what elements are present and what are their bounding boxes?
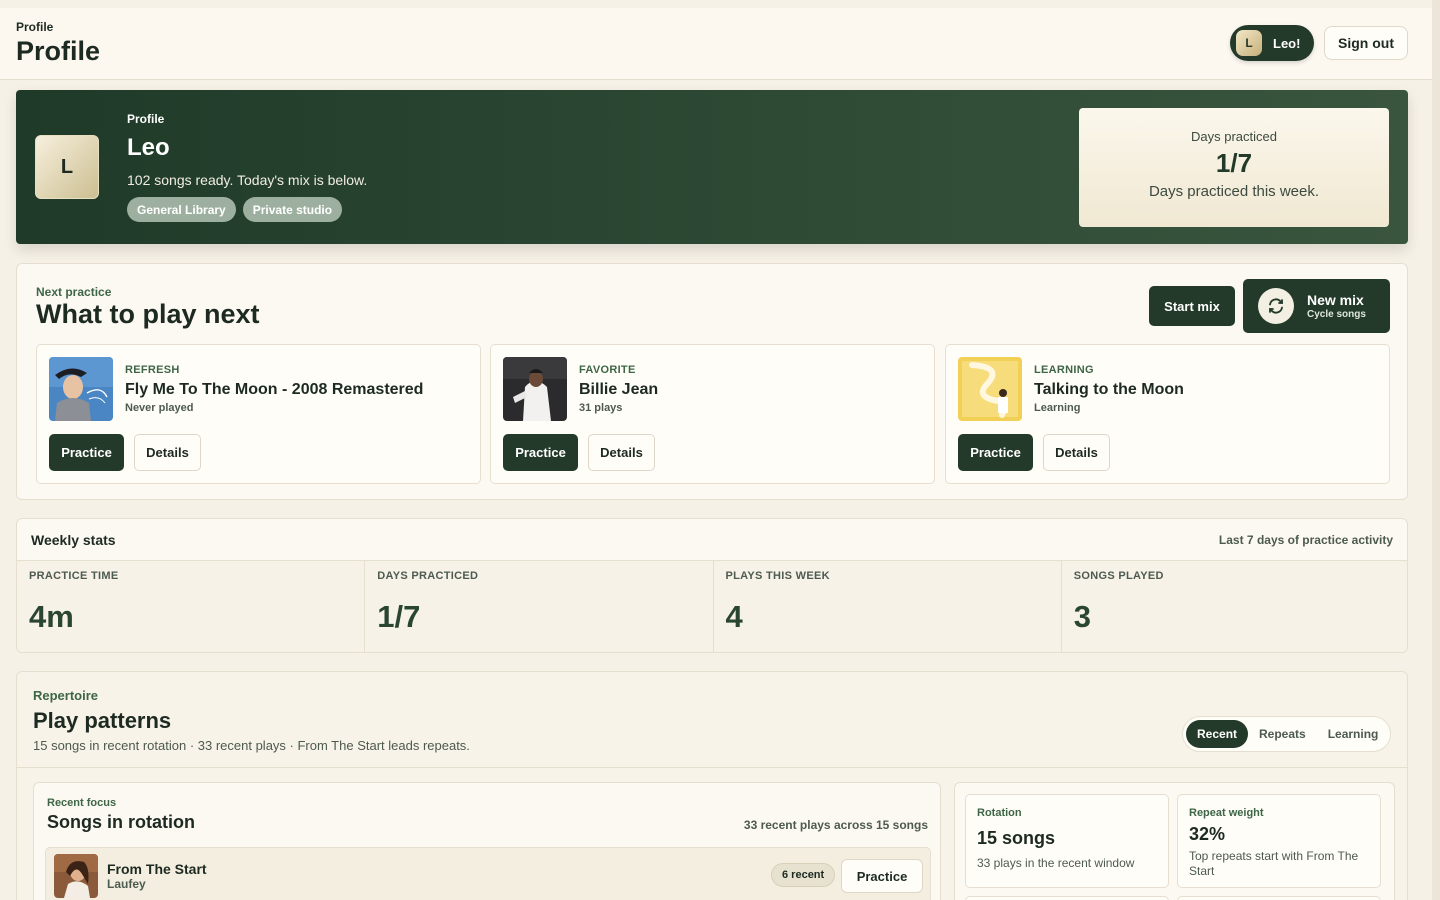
stat-value: 4 xyxy=(725,599,743,634)
repeat-weight-card: Repeat weight 32% Top repeats start with… xyxy=(1177,794,1381,888)
refresh-icon xyxy=(1258,288,1294,324)
new-mix-sublabel: Cycle songs xyxy=(1307,309,1366,320)
chip-general-library[interactable]: General Library xyxy=(127,197,236,222)
tab-recent[interactable]: Recent xyxy=(1186,720,1249,748)
rotation-kicker: Recent focus xyxy=(47,797,117,809)
summary-label: Rotation xyxy=(977,807,1022,819)
summary-label: Repeat weight xyxy=(1189,807,1264,819)
rotation-summary-card: Rotation 15 songs 33 plays in the recent… xyxy=(965,794,1169,888)
user-avatar: L xyxy=(1236,30,1262,56)
page-title: Profile xyxy=(16,36,101,66)
next-practice-title: What to play next xyxy=(36,299,260,329)
stat-days-practiced: DAYS PRACTICED 1/7 xyxy=(365,561,714,652)
breadcrumb[interactable]: Profile xyxy=(16,20,53,34)
next-practice-section: Next practice What to play next Start mi… xyxy=(16,263,1408,500)
profile-hero: L Profile Leo 102 songs ready. Today's m… xyxy=(16,90,1408,244)
divider xyxy=(17,767,1407,768)
new-mix-label: New mix xyxy=(1307,292,1364,308)
list-item: From The Start Laufey 6 recent Practice xyxy=(45,847,931,900)
details-button[interactable]: Details xyxy=(588,434,655,471)
days-practiced-value: 1/7 xyxy=(1215,148,1253,178)
recent-count-badge: 6 recent xyxy=(771,863,836,887)
pattern-tabs: Recent Repeats Learning xyxy=(1182,716,1391,752)
practice-button[interactable]: Practice xyxy=(958,434,1033,471)
repertoire-subtitle: 15 songs in recent rotation · 33 recent … xyxy=(33,738,470,753)
stats-row: PRACTICE TIME 4m DAYS PRACTICED 1/7 PLAY… xyxy=(17,560,1407,652)
days-practiced-label: Days practiced xyxy=(1191,129,1277,144)
start-mix-button[interactable]: Start mix xyxy=(1149,286,1235,326)
song-tag: REFRESH xyxy=(125,364,180,376)
album-art xyxy=(958,357,1022,421)
days-practiced-caption: Days practiced this week. xyxy=(1148,183,1320,200)
stat-plays-this-week: PLAYS THIS WEEK 4 xyxy=(713,561,1062,652)
stat-label: PLAYS THIS WEEK xyxy=(725,570,830,582)
repertoire-section: Repertoire Play patterns 15 songs in rec… xyxy=(16,671,1408,900)
song-meta: Learning xyxy=(1034,402,1081,414)
stat-label: SONGS PLAYED xyxy=(1073,570,1164,582)
album-art xyxy=(503,357,567,421)
rotation-panel: Recent focus Songs in rotation 33 recent… xyxy=(33,782,941,900)
practice-button[interactable]: Practice xyxy=(503,434,578,471)
song-card: LEARNING Talking to the Moon Learning Pr… xyxy=(945,344,1390,484)
summary-caption: Top repeats start with From The Start xyxy=(1189,849,1359,878)
album-art xyxy=(54,854,98,898)
song-tag: LEARNING xyxy=(1034,364,1094,376)
practice-button[interactable]: Practice xyxy=(841,859,923,893)
summary-card-partial xyxy=(1177,896,1381,900)
days-practiced-card: Days practiced 1/7 Days practiced this w… xyxy=(1079,108,1389,227)
stat-label: DAYS PRACTICED xyxy=(377,570,479,582)
details-button[interactable]: Details xyxy=(1043,434,1110,471)
rotation-note: 33 recent plays across 15 songs xyxy=(743,818,928,832)
repertoire-title: Play patterns xyxy=(33,708,172,733)
tab-repeats[interactable]: Repeats xyxy=(1248,720,1317,748)
song-meta: 31 plays xyxy=(579,402,623,414)
details-button[interactable]: Details xyxy=(134,434,201,471)
summary-value: 32% xyxy=(1189,824,1226,844)
pattern-summary-panel: Rotation 15 songs 33 plays in the recent… xyxy=(954,782,1395,900)
profile-name: Leo xyxy=(127,134,170,161)
stat-value: 1/7 xyxy=(377,599,421,634)
album-art xyxy=(49,357,113,421)
hero-kicker: Profile xyxy=(127,112,165,126)
profile-subtitle: 102 songs ready. Today's mix is below. xyxy=(127,172,368,188)
profile-page: Profile Profile L Leo! Sign out L Profil… xyxy=(0,0,1432,900)
stat-value: 3 xyxy=(1073,599,1091,634)
chip-private-studio[interactable]: Private studio xyxy=(242,197,343,222)
weekly-stats-note: Last 7 days of practice activity xyxy=(1218,533,1393,547)
stat-practice-time: PRACTICE TIME 4m xyxy=(17,561,366,652)
tab-learning[interactable]: Learning xyxy=(1317,720,1390,748)
weekly-stats-title: Weekly stats xyxy=(31,532,116,548)
song-title[interactable]: Fly Me To The Moon - 2008 Remastered xyxy=(125,381,423,399)
song-title[interactable]: Billie Jean xyxy=(579,381,658,399)
song-title[interactable]: From The Start xyxy=(107,861,207,877)
next-practice-kicker: Next practice xyxy=(36,285,112,299)
summary-caption: 33 plays in the recent window xyxy=(977,856,1135,870)
stat-value: 4m xyxy=(29,599,74,634)
song-meta: Never played xyxy=(125,402,194,414)
sign-out-button[interactable]: Sign out xyxy=(1324,26,1408,60)
profile-avatar: L xyxy=(35,135,99,199)
stat-songs-played: SONGS PLAYED 3 xyxy=(1061,561,1407,652)
weekly-stats-section: Weekly stats Last 7 days of practice act… xyxy=(16,518,1408,653)
song-card: FAVORITE Billie Jean 31 plays Practice D… xyxy=(490,344,935,484)
summary-value: 15 songs xyxy=(977,828,1056,848)
new-mix-button[interactable]: New mix Cycle songs xyxy=(1243,279,1390,333)
song-title[interactable]: Talking to the Moon xyxy=(1034,381,1184,399)
library-chips: General Library Private studio xyxy=(127,197,343,222)
summary-card-partial xyxy=(965,896,1169,900)
user-menu-button[interactable]: L Leo! xyxy=(1230,25,1314,61)
user-name: Leo! xyxy=(1273,35,1301,51)
rotation-title: Songs in rotation xyxy=(47,812,195,832)
song-card: REFRESH Fly Me To The Moon - 2008 Remast… xyxy=(36,344,481,484)
stat-label: PRACTICE TIME xyxy=(29,570,119,582)
repertoire-kicker: Repertoire xyxy=(33,688,99,703)
practice-button[interactable]: Practice xyxy=(49,434,124,471)
song-artist: Laufey xyxy=(107,877,146,891)
page-scrollbar[interactable] xyxy=(1432,0,1440,900)
top-bar: Profile Profile L Leo! Sign out xyxy=(0,8,1432,80)
song-tag: FAVORITE xyxy=(579,364,636,376)
